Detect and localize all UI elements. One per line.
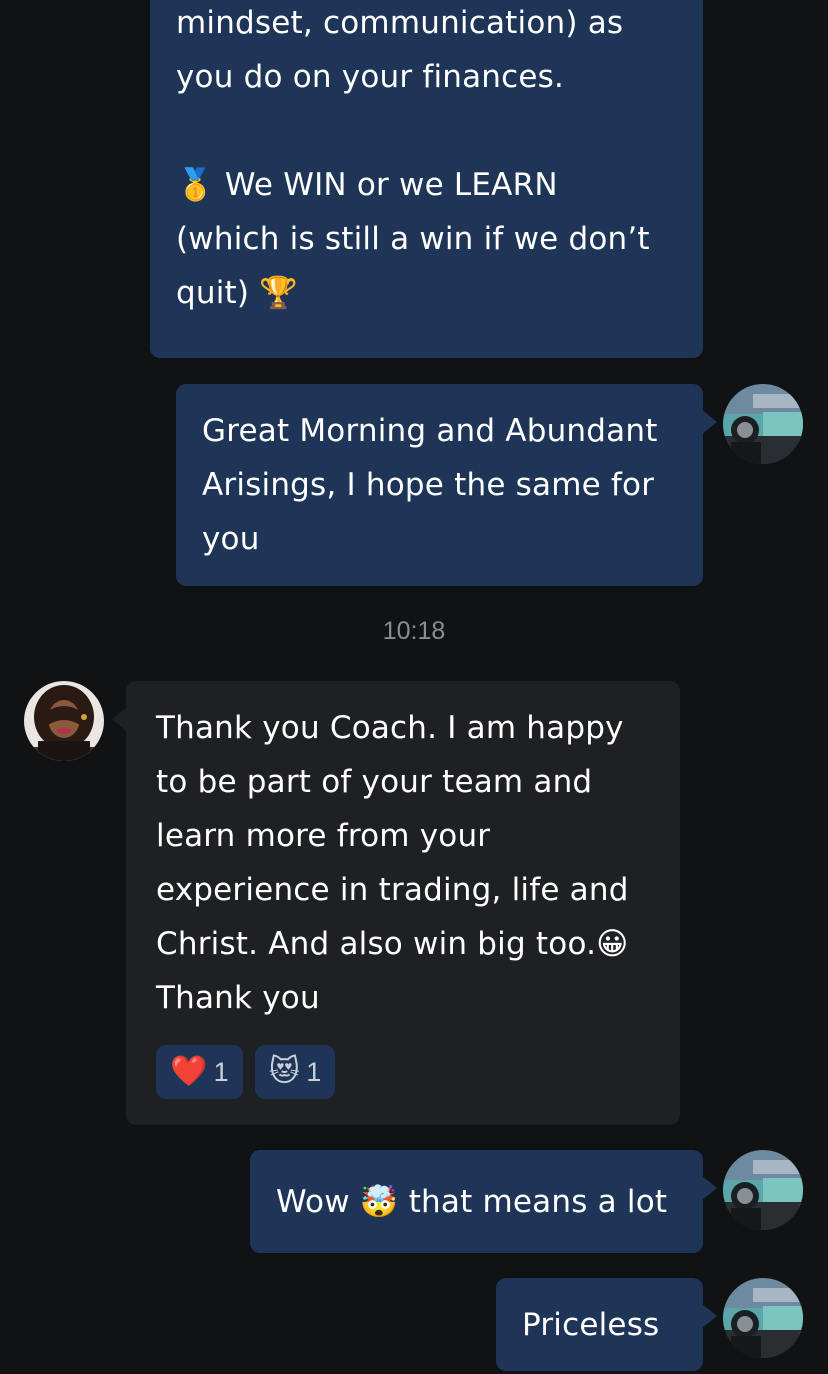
reaction-heart[interactable]: ❤️ 1	[156, 1045, 243, 1099]
message-bubble-outgoing[interactable]: Wow 🤯 that means a lot	[250, 1150, 717, 1253]
message-line: you do on your finances.	[176, 59, 565, 95]
message-line: to be part of your team and	[156, 764, 593, 800]
avatar-self[interactable]	[723, 1150, 803, 1230]
reaction-count: 1	[213, 1057, 229, 1087]
message-bubble-outgoing[interactable]: mindset, communication) as you do on you…	[150, 0, 703, 358]
grinning-face-icon: 😀	[596, 926, 629, 962]
message-text: We WIN or we LEARN	[224, 167, 558, 203]
timestamp: 10:18	[382, 617, 446, 645]
message-line-blank	[176, 104, 677, 158]
message-bubble-incoming[interactable]: Thank you Coach. I am happy to be part o…	[112, 681, 680, 1125]
message-text: that means a lot	[408, 1184, 668, 1220]
message-line: mindset, communication) as	[176, 5, 624, 41]
message-line: Thank you Coach. I am happy	[156, 710, 624, 746]
message-line: Priceless	[522, 1307, 660, 1343]
reactions-bar: ❤️ 1 😻 1	[156, 1045, 336, 1099]
message-bubble-outgoing[interactable]: Priceless	[496, 1278, 717, 1371]
message-line: 🥇 We WIN or we LEARN	[176, 158, 677, 212]
avatar-self[interactable]	[723, 1278, 803, 1358]
exploding-head-icon: 🤯	[359, 1184, 399, 1220]
medal-icon: 🥇	[176, 167, 215, 203]
message-line: Wow 🤯 that means a lot	[276, 1175, 677, 1229]
avatar-self[interactable]	[723, 384, 803, 464]
message-bubble-outgoing[interactable]: Great Morning and Abundant Arisings, I h…	[176, 384, 717, 586]
message-line: learn more from your	[156, 818, 491, 854]
message-line: experience in trading, life and	[156, 872, 629, 908]
message-line: Arisings, I hope the same for	[202, 467, 655, 503]
reaction-count: 1	[306, 1057, 322, 1087]
trophy-icon: 🏆	[259, 275, 299, 311]
heart-icon: ❤️	[170, 1054, 208, 1089]
avatar-contact[interactable]	[24, 681, 104, 761]
message-text: quit)	[176, 275, 250, 311]
message-text: Christ. And also win big too.	[156, 926, 597, 962]
reaction-cat[interactable]: 😻 1	[254, 1045, 336, 1099]
message-line: you	[202, 521, 260, 557]
message-line: Great Morning and Abundant	[202, 413, 658, 449]
message-line: Thank you	[156, 980, 320, 1016]
cat-face-icon: 😻	[268, 1054, 301, 1089]
chat-thread: mindset, communication) as you do on you…	[0, 0, 828, 1374]
message-text: Wow	[276, 1184, 350, 1220]
message-line: (which is still a win if we don’t	[176, 221, 650, 257]
message-line: Christ. And also win big too.😀	[156, 917, 650, 971]
message-line: quit) 🏆	[176, 266, 677, 320]
